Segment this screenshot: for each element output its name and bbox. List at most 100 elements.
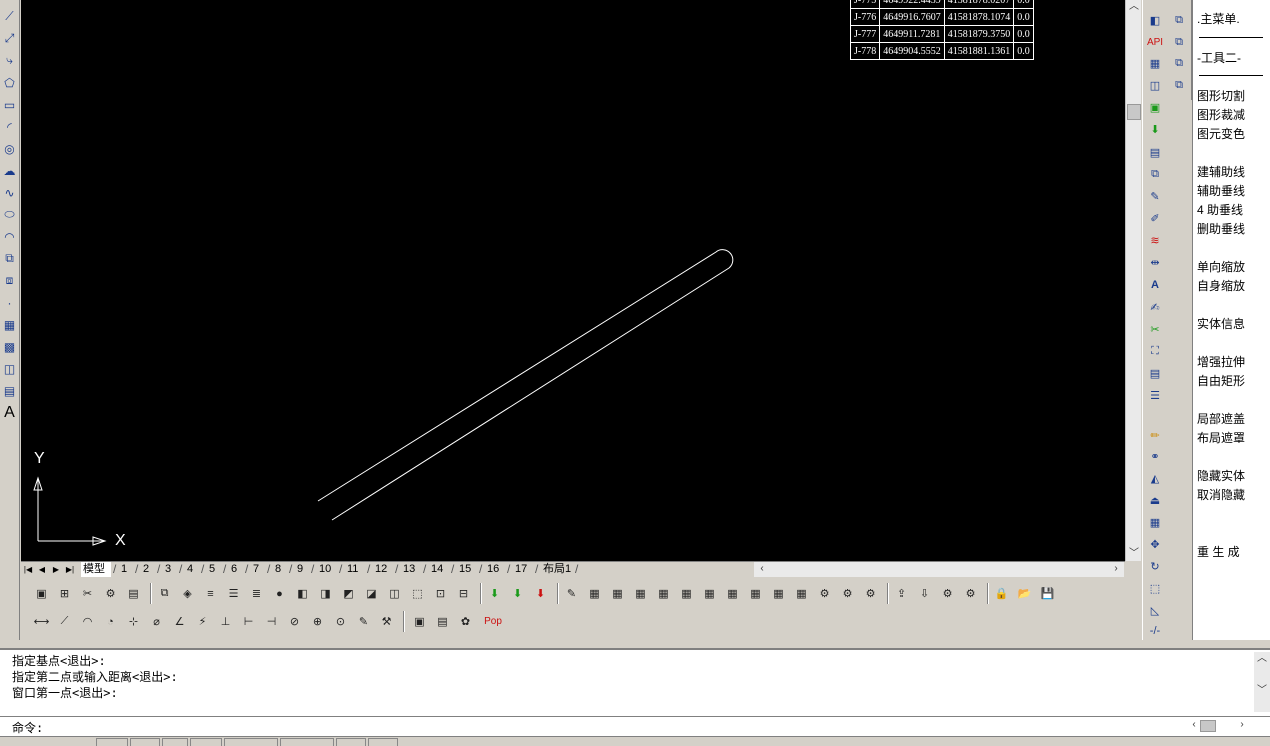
command-input-row[interactable]: 命令: ‹ › (0, 716, 1270, 736)
text-icon[interactable]: A (1146, 276, 1164, 294)
side-menu-item[interactable]: 实体信息 (1197, 315, 1245, 332)
dim-arc-icon[interactable]: ◠ (79, 613, 96, 630)
dim-edit-icon[interactable]: ✎ (355, 613, 372, 630)
block-icon[interactable]: ⧉ (1146, 165, 1164, 183)
ellipse-icon[interactable]: ⬭ (1, 206, 18, 223)
layer-freeze-icon[interactable]: ◨ (317, 585, 334, 602)
table-edit-icon[interactable]: ▤ (434, 613, 451, 630)
spline-icon[interactable]: ∿ (1, 184, 18, 201)
canvas-horizontal-scrollbar[interactable]: ‹ › (754, 562, 1124, 577)
layer-state-icon[interactable]: ◈ (179, 585, 196, 602)
tab-layout[interactable]: 15 (457, 562, 477, 577)
tab-prev-icon[interactable]: ◀ (37, 563, 47, 576)
tab-layout[interactable]: 11 (345, 562, 364, 577)
import-icon[interactable]: ⇩ (916, 585, 933, 602)
dim-baseline-icon[interactable]: ⊥ (217, 613, 234, 630)
side-menu-item[interactable]: 自身缩放 (1197, 277, 1245, 294)
settings-icon[interactable]: ⚙ (939, 585, 956, 602)
gear2-icon[interactable]: ⚙ (839, 585, 856, 602)
gradient-icon[interactable]: ▩ (1, 338, 18, 355)
status-otrack[interactable] (280, 738, 334, 746)
side-menu-item[interactable]: 单向缩放 (1197, 258, 1245, 275)
tab-layout[interactable]: 布局1 (541, 562, 577, 577)
layer-list2-icon[interactable]: ≣ (248, 585, 265, 602)
layer-match-icon[interactable]: ◪ (363, 585, 380, 602)
tab-layout[interactable]: 16 (485, 562, 505, 577)
pencil-icon[interactable]: ✏ (1146, 426, 1164, 444)
xdata2-icon[interactable]: ▣ (411, 613, 428, 630)
tab-first-icon[interactable]: |◀ (23, 563, 33, 576)
stretch-icon[interactable]: ⇹ (1146, 253, 1164, 271)
table-cell7-icon[interactable]: ▦ (724, 585, 741, 602)
side-menu-item[interactable]: 删助垂线 (1197, 220, 1245, 237)
side-menu-item[interactable]: 增强拉伸 (1197, 353, 1245, 370)
export-icon[interactable]: ⇪ (893, 585, 910, 602)
edit-pen-icon[interactable]: ✎ (563, 585, 580, 602)
side-menu-item[interactable]: 图形裁减 (1197, 106, 1245, 123)
side-menu-item[interactable]: 自由矩形 (1197, 372, 1245, 389)
open-folder-icon[interactable]: 📂 (1016, 585, 1033, 602)
side-menu-item[interactable]: 布局遮罩 (1197, 429, 1245, 446)
table-cell6-icon[interactable]: ▦ (701, 585, 718, 602)
side-menu-item[interactable]: 图形切割 (1197, 87, 1245, 104)
tab-layout[interactable]: 6 (229, 562, 243, 577)
arrow-down-check-icon[interactable]: ⬇ (532, 585, 549, 602)
grid-icon[interactable]: ▦ (1146, 54, 1164, 72)
gear-icon[interactable]: ⚙ (816, 585, 833, 602)
tab-layout[interactable]: 4 (185, 562, 199, 577)
tab-layout[interactable]: 8 (273, 562, 287, 577)
dim-linear-icon[interactable]: ⟷ (33, 613, 50, 630)
window-icon[interactable]: ◧ (1146, 11, 1164, 29)
side-menu-item[interactable]: 4 助垂线 (1197, 201, 1243, 218)
layer-stack-icon[interactable]: ≡ (202, 585, 219, 602)
side-menu-item[interactable]: 图元变色 (1197, 125, 1245, 142)
revision-cloud-icon[interactable]: ☁ (1, 162, 18, 179)
trim-icon[interactable]: -/- (1146, 622, 1164, 640)
layer-off-icon[interactable]: ◧ (294, 585, 311, 602)
side-menu-item[interactable]: .主菜单. (1197, 10, 1240, 27)
table-cell5-icon[interactable]: ▦ (678, 585, 695, 602)
tab-layout[interactable]: 9 (295, 562, 309, 577)
scroll-down-icon[interactable]: ﹀ (1126, 547, 1142, 561)
panel-icon[interactable]: ◫ (1146, 76, 1164, 94)
link-icon[interactable]: ⚭ (1146, 447, 1164, 465)
tab-layout[interactable]: 10 (317, 562, 337, 577)
mirror-icon[interactable]: ◭ (1146, 469, 1164, 487)
make-block-icon[interactable]: ⧈ (1, 272, 18, 289)
settings2-icon[interactable]: ⚙ (962, 585, 979, 602)
bulb-icon[interactable]: ● (271, 585, 288, 602)
save-icon[interactable]: 💾 (1039, 585, 1056, 602)
scroll-up-icon[interactable]: ︿ (1126, 0, 1142, 14)
side-menu-item[interactable]: 隐藏实体 (1197, 467, 1245, 484)
dim-angular-icon[interactable]: ∠ (171, 613, 188, 630)
insert-block-icon[interactable]: ⧉ (1, 250, 18, 267)
offset-icon[interactable]: ⏏ (1146, 491, 1164, 509)
layer-list-icon[interactable]: ☰ (225, 585, 242, 602)
status-lwt[interactable] (336, 738, 366, 746)
table2-icon[interactable]: ▤ (1146, 364, 1164, 382)
table-cell8-icon[interactable]: ▦ (747, 585, 764, 602)
table-cell3-icon[interactable]: ▦ (632, 585, 649, 602)
side-menu-item[interactable]: 局部遮盖 (1197, 410, 1245, 427)
copy2-icon[interactable]: ⧉ (1170, 33, 1188, 51)
table-icon[interactable]: ▤ (1, 382, 18, 399)
copy4-icon[interactable]: ⧉ (1170, 76, 1188, 94)
layer-iso-icon[interactable]: ◫ (386, 585, 403, 602)
table-cell10-icon[interactable]: ▦ (793, 585, 810, 602)
qrcode-icon[interactable]: ✿ (457, 613, 474, 630)
tab-layout[interactable]: 13 (401, 562, 421, 577)
image-icon[interactable]: ▣ (1146, 98, 1164, 116)
dim-aligned-icon[interactable]: ⟋ (56, 613, 73, 630)
side-menu-item[interactable]: 辅助垂线 (1197, 182, 1245, 199)
line-icon[interactable]: ⟋ (1, 8, 18, 25)
status-osnap[interactable] (224, 738, 278, 746)
layer-props-icon[interactable]: ⧉ (156, 585, 173, 602)
dim-tolerance-icon[interactable]: ⊕ (309, 613, 326, 630)
tab-last-icon[interactable]: ▶| (65, 563, 75, 576)
copy3-icon[interactable]: ⧉ (1170, 54, 1188, 72)
layer-delete-icon[interactable]: ⊟ (455, 585, 472, 602)
tab-layout[interactable]: 2 (141, 562, 155, 577)
arrow-down-icon[interactable]: ⬇ (1146, 120, 1164, 138)
scroll-down-icon[interactable]: ﹀ (1254, 684, 1270, 698)
edit-icon[interactable]: ✐ (1146, 209, 1164, 227)
